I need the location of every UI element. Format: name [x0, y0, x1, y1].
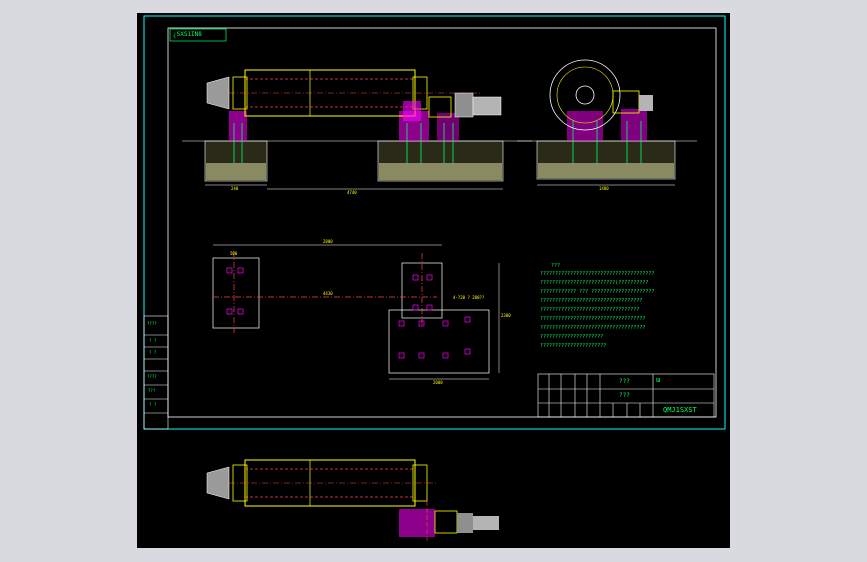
inner-border — [167, 27, 717, 418]
title-block-unit: ??? — [619, 392, 630, 399]
left-label: ? ? — [149, 402, 157, 407]
note-line: ??????????????????????????????????? — [540, 325, 646, 331]
elev-right-dim: 1480 — [599, 186, 609, 191]
front-elevation — [182, 69, 532, 190]
side-elevation — [517, 59, 697, 186]
elev-total-dim: 4740 — [347, 190, 357, 195]
left-label: ??? — [148, 388, 156, 393]
title-block-name: ??? — [619, 378, 630, 385]
elev-left-dim: 240 — [231, 186, 239, 191]
note-line: ?????????????????????? — [540, 343, 607, 349]
plan-bottom-dim: 2000 — [433, 380, 443, 385]
title-block-scale-mark: ɯ — [656, 376, 661, 384]
foundation-plan — [212, 244, 500, 380]
note-line: ????????????????????????????????? — [540, 307, 640, 313]
left-label: ???? — [147, 374, 157, 379]
left-label: ???? — [147, 321, 157, 326]
title-block-drawing-no: QMJ1SXST — [663, 406, 697, 414]
left-label-column — [143, 315, 169, 430]
note-line: ?????????????????????????????????? — [540, 298, 643, 304]
plan-total-dim: 2800 — [323, 239, 333, 244]
note-line: ?????????????????????????????????????? — [540, 271, 655, 277]
plan-top-left-dim: 500 — [230, 251, 238, 256]
note-line: ???????????? ??? ????????????????????? — [540, 289, 655, 295]
left-label: ? ? — [149, 350, 157, 355]
plan-height-dim: 2380 — [501, 313, 511, 318]
outer-border — [143, 15, 726, 430]
left-label: ? ? — [149, 338, 157, 343]
top-view — [206, 459, 499, 543]
note-line: ????????????????????? — [540, 334, 604, 340]
notes-title: ??? — [551, 263, 561, 269]
note-line: ?????????????????????????(?????????? — [540, 280, 649, 286]
cad-drawing-canvas: ¿SXS1IN8 240 4740 1480 2800 500 4430 4-?… — [137, 13, 730, 548]
plan-mid-dim: 4430 — [323, 291, 333, 296]
sheet-tag: ¿SXS1IN8 — [173, 31, 202, 38]
note-line: ??????????????????????????????????? — [540, 316, 646, 322]
plan-callout: 4-?20 ? 280?? — [453, 295, 485, 300]
